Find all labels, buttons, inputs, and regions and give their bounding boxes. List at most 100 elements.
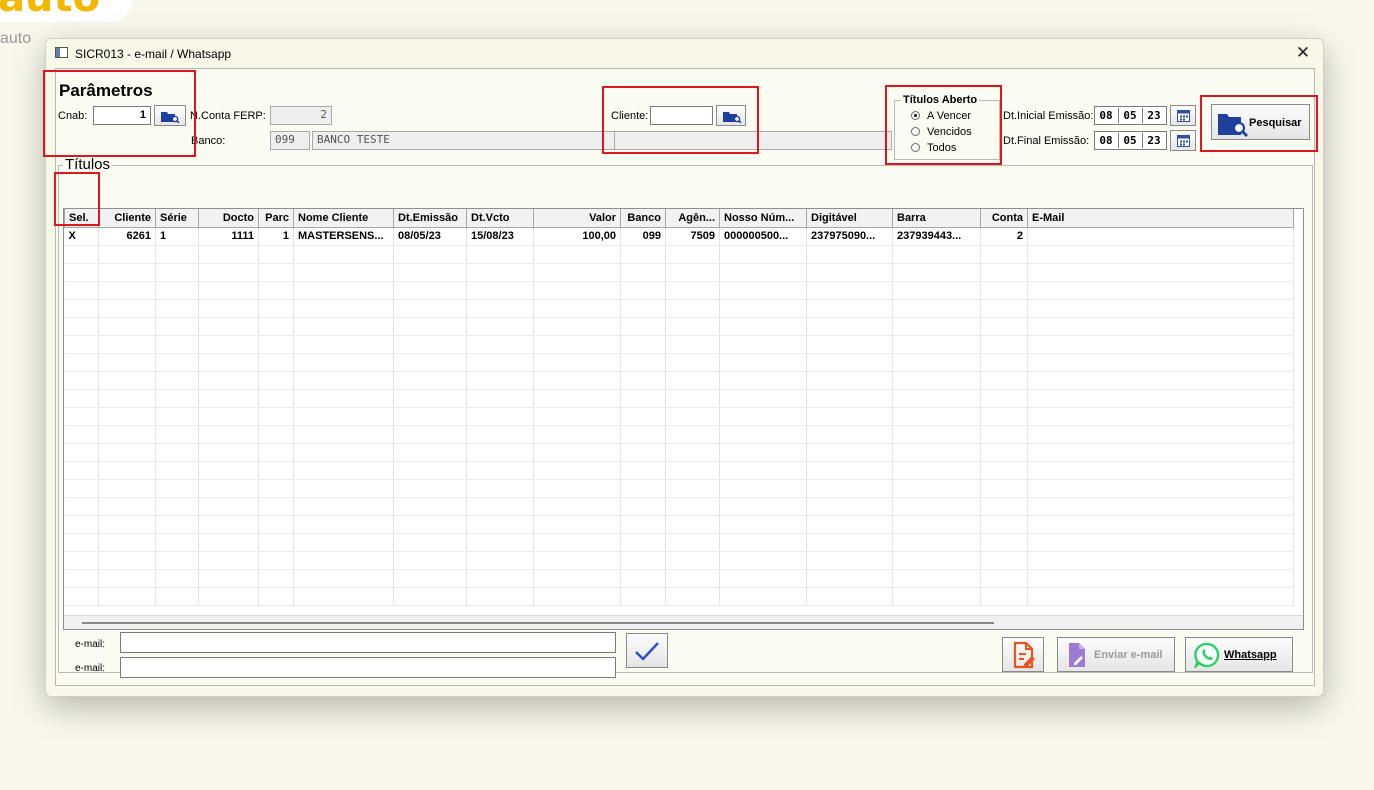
column-header[interactable]: Cliente (98, 209, 156, 228)
column-header[interactable]: E-Mail (1027, 209, 1294, 228)
empty-cell (665, 515, 720, 534)
empty-cell (980, 389, 1028, 408)
empty-cell (155, 317, 199, 336)
empty-row (64, 317, 1294, 336)
column-header[interactable]: Dt.Vcto (466, 209, 534, 228)
whatsapp-button[interactable]: Whatsapp (1185, 637, 1293, 672)
confirm-email-button[interactable] (626, 633, 668, 668)
table-cell[interactable]: MASTERSENS... (293, 227, 394, 246)
table-cell[interactable]: 08/05/23 (393, 227, 467, 246)
empty-cell (620, 245, 666, 264)
empty-cell (155, 371, 199, 390)
empty-cell (806, 479, 893, 498)
column-header[interactable]: Agên... (665, 209, 720, 228)
dt-inicial-input[interactable]: 08 05 23 (1094, 106, 1167, 125)
empty-cell (466, 353, 534, 372)
empty-cell (533, 497, 621, 516)
table-cell[interactable]: 2 (980, 227, 1028, 246)
empty-cell (665, 245, 720, 264)
column-header[interactable]: Digitável (806, 209, 893, 228)
empty-cell (806, 317, 893, 336)
dt-inicial-day[interactable]: 08 (1096, 109, 1116, 122)
table-row[interactable]: X 6261 1 1111 1 MASTERSENS... 08/05/23 15/08/23… (64, 227, 1294, 246)
dt-inicial-year[interactable]: 23 (1144, 109, 1164, 122)
dt-inicial-month[interactable]: 05 (1120, 109, 1140, 122)
table-cell[interactable]: 1 (258, 227, 294, 246)
column-header[interactable]: Barra (892, 209, 981, 228)
empty-cell (806, 461, 893, 480)
pdf-edit-button[interactable] (1002, 637, 1044, 672)
empty-cell (980, 497, 1028, 516)
email1-input[interactable] (120, 632, 616, 653)
empty-cell (719, 515, 807, 534)
column-header[interactable]: Dt.Emissão (393, 209, 467, 228)
table-cell[interactable] (1027, 227, 1294, 246)
empty-cell (293, 245, 394, 264)
table-cell[interactable]: 000000500... (719, 227, 807, 246)
empty-cell (155, 497, 199, 516)
horizontal-scrollbar[interactable] (64, 615, 1303, 629)
empty-cell (98, 569, 156, 588)
table-cell[interactable]: 1 (155, 227, 199, 246)
table-cell[interactable]: 237939443... (892, 227, 981, 246)
column-header[interactable]: Conta (980, 209, 1028, 228)
table-cell[interactable]: X (64, 227, 99, 246)
dt-final-year[interactable]: 23 (1144, 134, 1164, 147)
empty-row (64, 407, 1294, 426)
empty-cell (620, 461, 666, 480)
empty-cell (806, 407, 893, 426)
column-header[interactable]: Parc (258, 209, 294, 228)
empty-cell (466, 317, 534, 336)
empty-cell (198, 317, 259, 336)
column-header[interactable]: Série (155, 209, 199, 228)
column-header[interactable]: Nome Cliente (293, 209, 394, 228)
dt-final-day[interactable]: 08 (1096, 134, 1116, 147)
table-cell[interactable]: 237975090... (806, 227, 893, 246)
empty-cell (155, 533, 199, 552)
empty-cell (620, 551, 666, 570)
empty-cell (1027, 299, 1294, 318)
table-cell[interactable]: 1111 (198, 227, 259, 246)
dt-final-month[interactable]: 05 (1120, 134, 1140, 147)
table-cell[interactable]: 100,00 (533, 227, 621, 246)
checkmark-icon (635, 642, 659, 661)
empty-row (64, 371, 1294, 390)
empty-cell (719, 587, 807, 606)
close-button[interactable]: ✕ (1291, 42, 1315, 64)
empty-cell (155, 281, 199, 300)
empty-cell (258, 461, 294, 480)
empty-row (64, 515, 1294, 534)
empty-cell (393, 425, 467, 444)
dt-final-calendar-button[interactable] (1170, 130, 1196, 151)
empty-cell (620, 497, 666, 516)
table-cell[interactable]: 099 (620, 227, 666, 246)
empty-cell (393, 407, 467, 426)
email2-input[interactable] (120, 657, 616, 678)
empty-row (64, 263, 1294, 282)
titulos-grid[interactable]: Sel. Cliente Série Docto Parc Nome Cliente Dt.… (63, 208, 1304, 630)
table-cell[interactable]: 15/08/23 (466, 227, 534, 246)
empty-cell (393, 317, 467, 336)
empty-cell (1027, 317, 1294, 336)
table-cell[interactable]: 7509 (665, 227, 720, 246)
empty-cell (293, 299, 394, 318)
column-header[interactable]: Valor (533, 209, 621, 228)
empty-cell (293, 263, 394, 282)
title-bar[interactable]: SICR013 - e-mail / Whatsapp ✕ (46, 39, 1323, 69)
empty-cell (980, 587, 1028, 606)
empty-cell (98, 587, 156, 606)
empty-cell (466, 245, 534, 264)
empty-cell (98, 389, 156, 408)
empty-cell (198, 299, 259, 318)
column-header[interactable]: Docto (198, 209, 259, 228)
table-cell[interactable]: 6261 (98, 227, 156, 246)
enviar-email-button[interactable]: Enviar e-mail (1057, 637, 1175, 672)
empty-cell (466, 479, 534, 498)
empty-cell (1027, 479, 1294, 498)
scrollbar-thumb[interactable] (82, 622, 994, 624)
empty-cell (719, 371, 807, 390)
column-header[interactable]: Nosso Núm... (719, 209, 807, 228)
column-header[interactable]: Banco (620, 209, 666, 228)
dt-final-input[interactable]: 08 05 23 (1094, 131, 1167, 150)
dt-inicial-calendar-button[interactable] (1170, 105, 1196, 126)
